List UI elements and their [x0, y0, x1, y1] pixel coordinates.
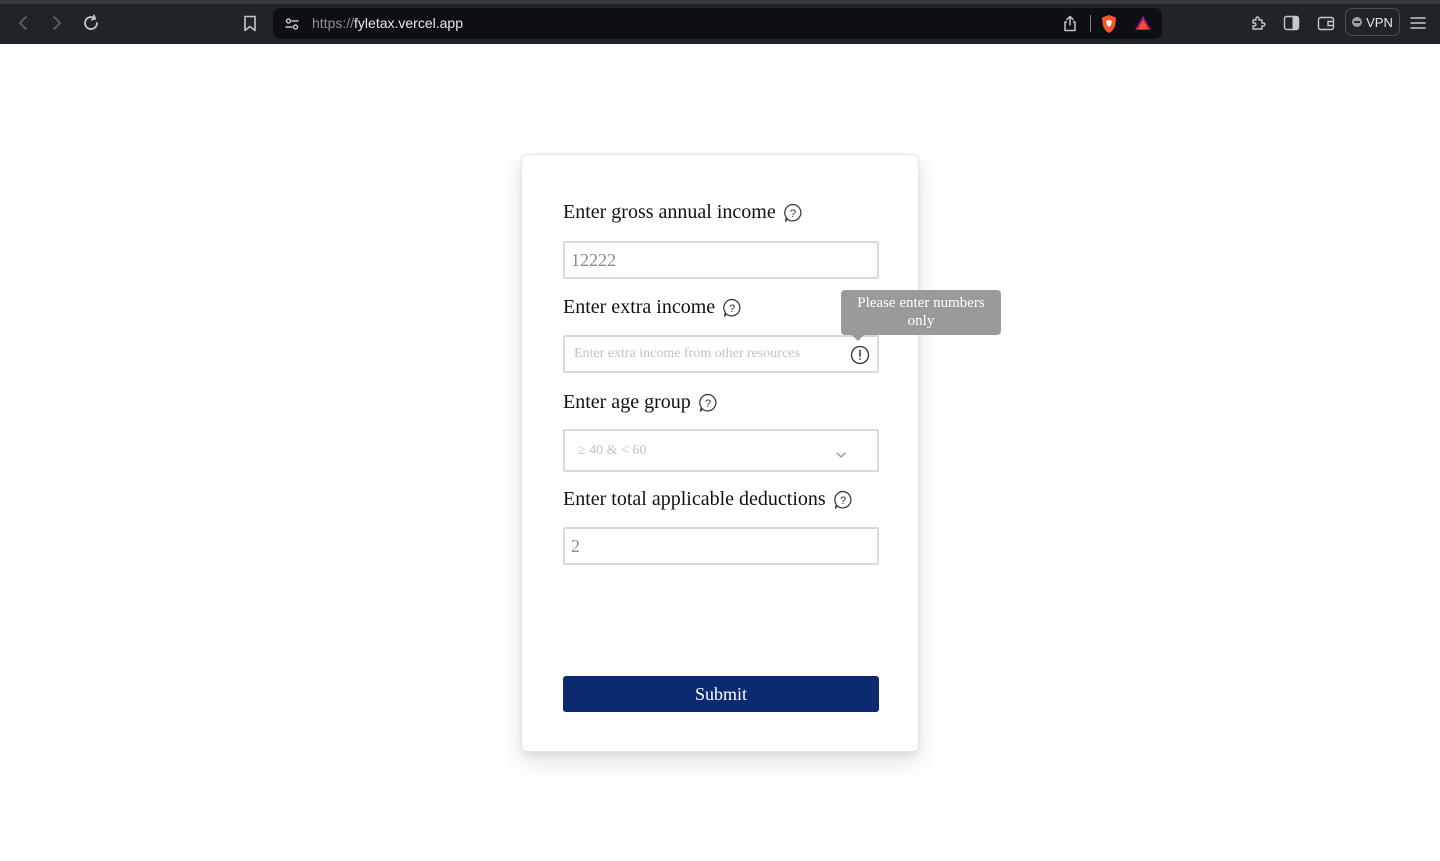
deductions-field[interactable] [565, 529, 877, 563]
browser-toolbar: https://fyletax.vercel.app VPN [0, 0, 1440, 44]
help-icon[interactable]: ? [721, 297, 743, 319]
bookmark-button[interactable] [236, 10, 264, 36]
help-icon[interactable]: ? [782, 202, 804, 224]
gross-income-field[interactable] [565, 243, 877, 277]
bookmark-icon [244, 15, 256, 31]
reload-icon [84, 14, 98, 30]
svg-text:?: ? [790, 207, 796, 219]
error-alert-icon[interactable] [850, 345, 870, 370]
back-arrow-icon [19, 16, 27, 30]
brave-rewards-icon [1135, 16, 1151, 30]
menu-icon[interactable] [1410, 16, 1426, 30]
forward-arrow-icon [53, 16, 61, 30]
age-group-select[interactable]: ≥ 40 & < 60 [563, 429, 879, 472]
back-button[interactable] [9, 10, 37, 36]
tooltip-arrow [852, 335, 864, 341]
deductions-label: Enter total applicable deductions ? [563, 488, 854, 511]
gross-income-input[interactable] [563, 241, 879, 279]
site-settings-icon [285, 18, 299, 30]
deductions-input[interactable] [563, 527, 879, 565]
svg-text:?: ? [840, 494, 846, 506]
url-separator [1090, 15, 1091, 32]
vpn-button[interactable]: VPN [1345, 8, 1400, 36]
wallet-icon[interactable] [1317, 15, 1335, 31]
address-bar[interactable]: https://fyletax.vercel.app [273, 8, 1162, 39]
url-text: https://fyletax.vercel.app [312, 15, 463, 31]
extra-income-field[interactable] [565, 337, 877, 371]
vpn-status-icon [1352, 17, 1363, 27]
age-group-selected-value: ≥ 40 & < 60 [578, 443, 647, 458]
vpn-label: VPN [1366, 14, 1393, 30]
brave-shields-icon [1102, 15, 1116, 33]
gross-income-label: Enter gross annual income ? [563, 201, 804, 224]
reload-button[interactable] [77, 10, 105, 36]
error-tooltip: Please enter numbers only [841, 290, 1001, 335]
tax-form-card: Enter gross annual income ? Enter extra … [521, 154, 919, 752]
extra-income-input[interactable] [563, 335, 879, 373]
sidebar-icon[interactable] [1283, 15, 1300, 31]
extra-income-label: Enter extra income ? [563, 296, 743, 319]
chevron-down-icon [835, 446, 847, 464]
extensions-icon[interactable] [1250, 15, 1267, 32]
svg-text:?: ? [729, 302, 735, 314]
svg-text:?: ? [705, 397, 711, 409]
forward-button[interactable] [43, 10, 71, 36]
age-group-label: Enter age group ? [563, 391, 719, 414]
help-icon[interactable]: ? [697, 392, 719, 414]
help-icon[interactable]: ? [832, 489, 854, 511]
submit-button[interactable]: Submit [563, 676, 879, 712]
share-icon [1064, 15, 1076, 32]
